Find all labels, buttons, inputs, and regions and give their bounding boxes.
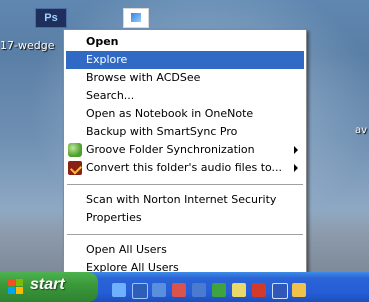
menu-item-open-all-users[interactable]: Open All Users [66,241,304,259]
menu-item-convert-label: Convert this folder's audio files to... [86,161,283,174]
folder-icon[interactable] [232,283,246,297]
convert-audio-icon [68,161,82,175]
windows-flag-icon [8,279,24,295]
groove-icon [68,143,82,157]
menu-item-search[interactable]: Search... [66,87,304,105]
explorer-icon[interactable] [292,283,306,297]
menu-item-open[interactable]: Open [66,33,304,51]
network-icon[interactable] [152,283,166,297]
ie-icon[interactable] [112,283,126,297]
menu-item-onenote[interactable]: Open as Notebook in OneNote [66,105,304,123]
pdf-icon[interactable] [252,283,266,297]
photoshop-icon[interactable]: Ps [35,8,67,28]
context-menu: Open Explore Browse with ACDSee Search..… [63,29,307,285]
desktop-icon-label-right[interactable]: av [355,125,367,136]
menu-item-convert-audio[interactable]: Convert this folder's audio files to... [66,159,304,177]
submenu-arrow-icon [294,146,298,154]
menu-item-norton-scan[interactable]: Scan with Norton Internet Security [66,191,304,209]
menu-item-smartsync[interactable]: Backup with SmartSync Pro [66,123,304,141]
menu-item-browse-acdsee[interactable]: Browse with ACDSee [66,69,304,87]
app-icon-glyph [131,13,141,22]
desktop-app-icon[interactable] [123,8,149,28]
menu-separator [67,184,303,185]
desktop-icon-label[interactable]: 17-wedge [0,39,54,52]
messenger-icon[interactable] [212,283,226,297]
media-icon[interactable] [132,283,148,299]
word-icon[interactable] [272,283,288,299]
menu-separator [67,234,303,235]
menu-item-groove-label: Groove Folder Synchronization [86,143,255,156]
lang-icon[interactable] [172,283,186,297]
submenu-arrow-icon [294,164,298,172]
menu-item-groove[interactable]: Groove Folder Synchronization [66,141,304,159]
outlook-icon[interactable] [192,283,206,297]
menu-item-properties[interactable]: Properties [66,209,304,227]
start-label: start [30,276,65,293]
menu-item-explore[interactable]: Explore [66,51,304,69]
start-button[interactable]: start [0,272,98,302]
